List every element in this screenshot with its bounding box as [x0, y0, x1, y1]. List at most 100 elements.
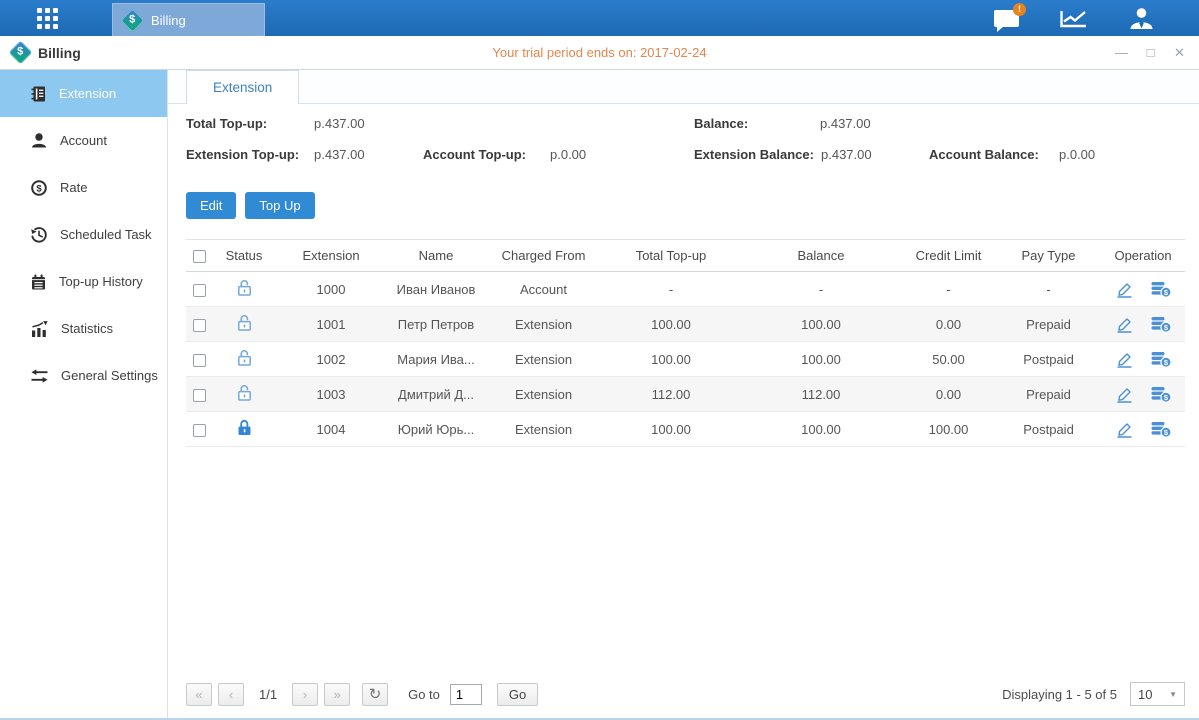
cell-extension: 1003 [276, 387, 386, 402]
cell-pay-type: Postpaid [996, 422, 1101, 437]
table-row: 1000Иван ИвановAccount----$ [186, 272, 1185, 307]
cell-charged-from: Extension [486, 317, 601, 332]
history-clock-icon [31, 227, 47, 243]
col-header-operation: Operation [1101, 248, 1185, 263]
edit-button[interactable]: Edit [186, 192, 236, 219]
row-checkbox[interactable] [193, 319, 206, 332]
lock-open-icon [237, 349, 252, 366]
topup-coins-icon[interactable]: $ [1151, 281, 1172, 298]
lock-closed-icon [237, 419, 252, 436]
table-row: 1004Юрий Юрь...Extension100.00100.00100.… [186, 412, 1185, 447]
notifications-icon[interactable]: ! [994, 10, 1019, 27]
col-header-status: Status [212, 248, 276, 263]
total-topup-label: Total Top-up: [186, 116, 267, 131]
tab-strip: Extension [168, 70, 1199, 104]
topup-coins-icon[interactable]: $ [1151, 316, 1172, 333]
col-header-name: Name [386, 248, 486, 263]
sidebar-item-account[interactable]: Account [0, 117, 167, 164]
top-up-button[interactable]: Top Up [245, 192, 314, 219]
sidebar-item-label: General Settings [61, 368, 158, 383]
lock-open-icon [237, 279, 252, 296]
row-checkbox[interactable] [193, 354, 206, 367]
cell-balance: 100.00 [741, 352, 901, 367]
col-header-charged-from: Charged From [486, 248, 601, 263]
cell-balance: 100.00 [741, 422, 901, 437]
summary-panel: Total Top-up: p.437.00 Balance: p.437.00… [168, 104, 1199, 182]
sidebar-item-general-settings[interactable]: General Settings [0, 352, 167, 399]
billing-diamond-icon: $ [8, 40, 32, 64]
page-size-select[interactable]: 10 ▼ [1130, 682, 1185, 706]
minimize-icon[interactable]: — [1114, 45, 1129, 60]
sidebar-item-scheduled-task[interactable]: Scheduled Task [0, 211, 167, 258]
topup-coins-icon[interactable]: $ [1151, 351, 1172, 368]
account-balance-value: p.0.00 [1059, 147, 1095, 162]
apps-grid-icon[interactable] [37, 8, 58, 29]
table-header-row: Status Extension Name Charged From Total… [186, 239, 1185, 272]
last-page-button[interactable]: » [324, 683, 350, 706]
sidebar-item-topup-history[interactable]: Top-up History [0, 258, 167, 305]
user-account-icon[interactable] [1128, 7, 1155, 30]
cell-name: Петр Петров [386, 317, 486, 332]
extension-topup-label: Extension Top-up: [186, 147, 299, 162]
svg-text:$: $ [36, 183, 42, 194]
cell-pay-type: Postpaid [996, 352, 1101, 367]
pagination-bar: « ‹ 1/1 › » ↻ Go to Go Displaying 1 - 5 … [186, 680, 1185, 708]
prev-page-button[interactable]: ‹ [218, 683, 244, 706]
sidebar-item-extension[interactable]: Extension [0, 70, 167, 117]
app-tab-billing[interactable]: $ Billing [112, 3, 265, 36]
goto-page-input[interactable] [450, 684, 482, 705]
billing-window: $ Billing ! [0, 0, 1199, 720]
person-icon [31, 133, 47, 148]
cell-credit-limit: 0.00 [901, 387, 996, 402]
title-bar: $ Billing Your trial period ends on: 201… [0, 36, 1199, 70]
sidebar-item-rate[interactable]: $ Rate [0, 164, 167, 211]
sidebar-item-label: Scheduled Task [60, 227, 152, 242]
account-topup-label: Account Top-up: [423, 147, 526, 162]
cell-balance: 100.00 [741, 317, 901, 332]
col-header-extension: Extension [276, 248, 386, 263]
sidebar: Extension Account $ Rate Scheduled Task [0, 70, 168, 718]
edit-icon[interactable] [1115, 386, 1134, 403]
edit-icon[interactable] [1115, 316, 1134, 333]
cell-credit-limit: - [901, 282, 996, 297]
cell-balance: 112.00 [741, 387, 901, 402]
balance-value: p.437.00 [820, 116, 871, 131]
sliders-icon [31, 369, 48, 383]
row-checkbox[interactable] [193, 284, 206, 297]
topup-coins-icon[interactable]: $ [1151, 386, 1172, 403]
sidebar-item-label: Statistics [61, 321, 113, 336]
edit-icon[interactable] [1115, 351, 1134, 368]
table-row: 1002Мария Ива...Extension100.00100.0050.… [186, 342, 1185, 377]
first-page-button[interactable]: « [186, 683, 212, 706]
cell-pay-type: Prepaid [996, 387, 1101, 402]
close-icon[interactable]: ✕ [1172, 45, 1187, 61]
sidebar-item-statistics[interactable]: Statistics [0, 305, 167, 352]
page-title: Billing [38, 45, 81, 61]
reports-chart-icon[interactable] [1059, 8, 1088, 29]
row-checkbox[interactable] [193, 424, 206, 437]
row-checkbox[interactable] [193, 389, 206, 402]
cell-name: Мария Ива... [386, 352, 486, 367]
cell-pay-type: Prepaid [996, 317, 1101, 332]
sidebar-item-label: Rate [60, 180, 87, 195]
billing-diamond-icon: $ [120, 8, 144, 32]
cell-total-topup: 100.00 [601, 422, 741, 437]
next-page-button[interactable]: › [292, 683, 318, 706]
extension-balance-label: Extension Balance: [694, 147, 814, 162]
cell-total-topup: 100.00 [601, 317, 741, 332]
edit-icon[interactable] [1115, 421, 1134, 438]
cell-name: Дмитрий Д... [386, 387, 486, 402]
topup-coins-icon[interactable]: $ [1151, 421, 1172, 438]
total-topup-value: p.437.00 [314, 116, 365, 131]
col-header-balance: Balance [741, 248, 901, 263]
extension-balance-value: p.437.00 [821, 147, 872, 162]
maximize-icon[interactable]: □ [1143, 45, 1158, 60]
cell-charged-from: Extension [486, 422, 601, 437]
select-all-checkbox[interactable] [193, 250, 206, 263]
go-button[interactable]: Go [497, 683, 538, 706]
cell-name: Иван Иванов [386, 282, 486, 297]
tab-extension[interactable]: Extension [186, 70, 299, 104]
cell-charged-from: Extension [486, 352, 601, 367]
edit-icon[interactable] [1115, 281, 1134, 298]
refresh-icon[interactable]: ↻ [362, 683, 388, 706]
